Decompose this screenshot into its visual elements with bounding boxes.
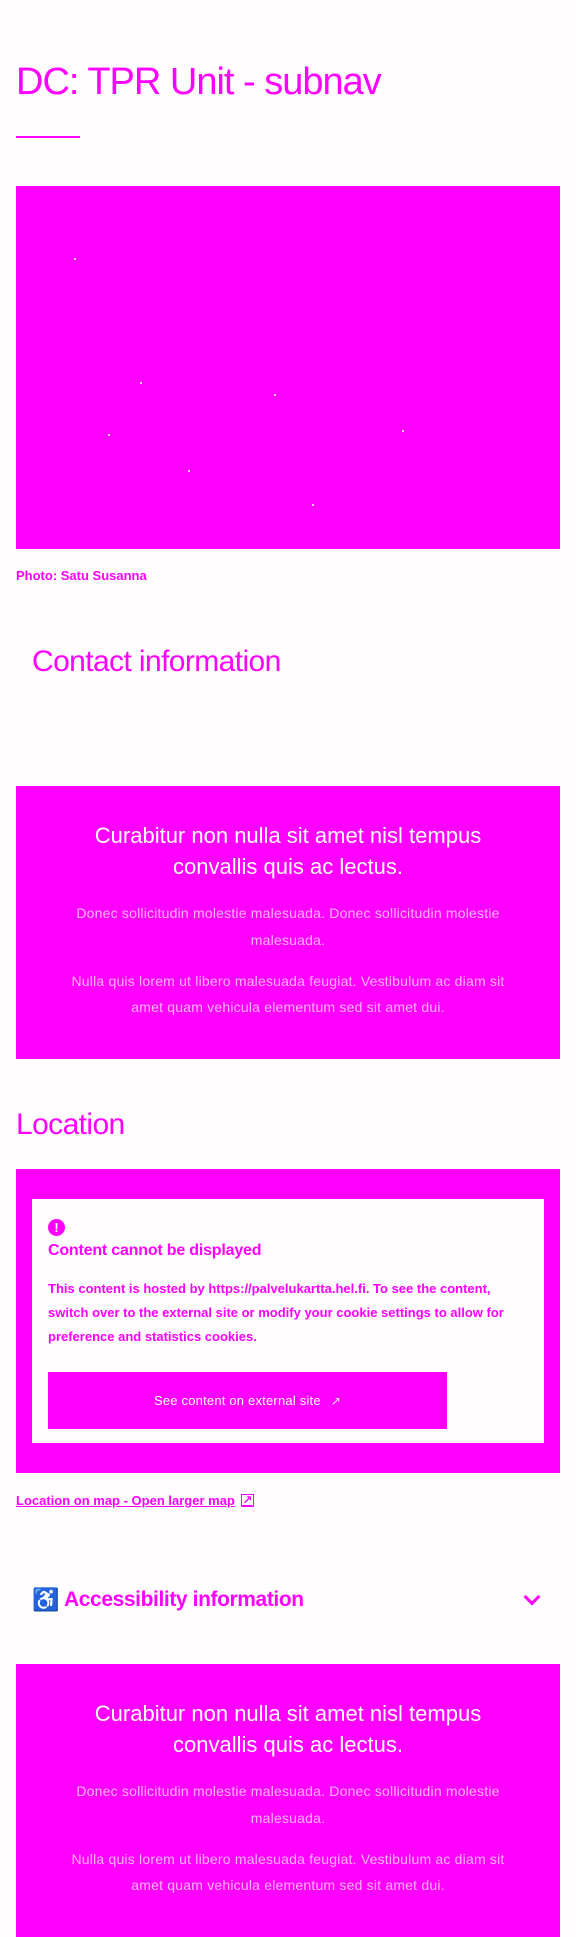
accessibility-card: Curabitur non nulla sit amet nisl tempus… [16,1664,560,1937]
hero-image [16,186,560,549]
accessibility-body-2: Nulla quis lorem ut libero malesuada feu… [71,1850,505,1894]
notice-title: Content cannot be displayed [48,1242,262,1259]
cookie-notice: ! Content cannot be displayed This conte… [32,1199,544,1443]
accessibility-body-1: Donec sollicitudin molestie malesuada. D… [76,1783,500,1827]
location-heading: Location [16,1108,125,1141]
title-divider [16,136,80,138]
wheelchair-icon: ♿ [32,1587,60,1612]
contact-body-2: Nulla quis lorem ut libero malesuada feu… [71,972,505,1016]
open-larger-map-link[interactable]: Location on map - Open larger map ↗ [16,1493,254,1508]
external-link-icon: ↗ [240,1493,254,1507]
contact-card: Curabitur non nulla sit amet nisl tempus… [16,786,560,1059]
map-embed-frame: ! Content cannot be displayed This conte… [16,1169,560,1473]
alert-circle-icon: ! [48,1219,65,1236]
accessibility-accordion-label: Accessibility information [64,1588,304,1611]
contact-body-1: Donec sollicitudin molestie malesuada. D… [76,905,500,949]
external-site-button[interactable]: See content on external site ↗ [48,1372,447,1429]
contact-lead: Curabitur non nulla sit amet nisl tempus… [94,823,482,880]
photo-credit: Photo: Satu Susanna [16,568,147,583]
accessibility-lead: Curabitur non nulla sit amet nisl tempus… [94,1701,482,1758]
map-link-label: Location on map - Open larger map [16,1493,235,1508]
external-site-button-label: See content on external site [153,1393,321,1408]
contact-heading: Contact information [32,645,281,678]
page-title: DC: TPR Unit - subnav [16,61,382,103]
chevron-down-icon [523,1588,541,1606]
external-link-icon: ↗ [330,1393,342,1408]
accessibility-accordion[interactable]: ♿ Accessibility information [16,1580,560,1620]
notice-text: This content is hosted by https://palvel… [48,1281,504,1345]
